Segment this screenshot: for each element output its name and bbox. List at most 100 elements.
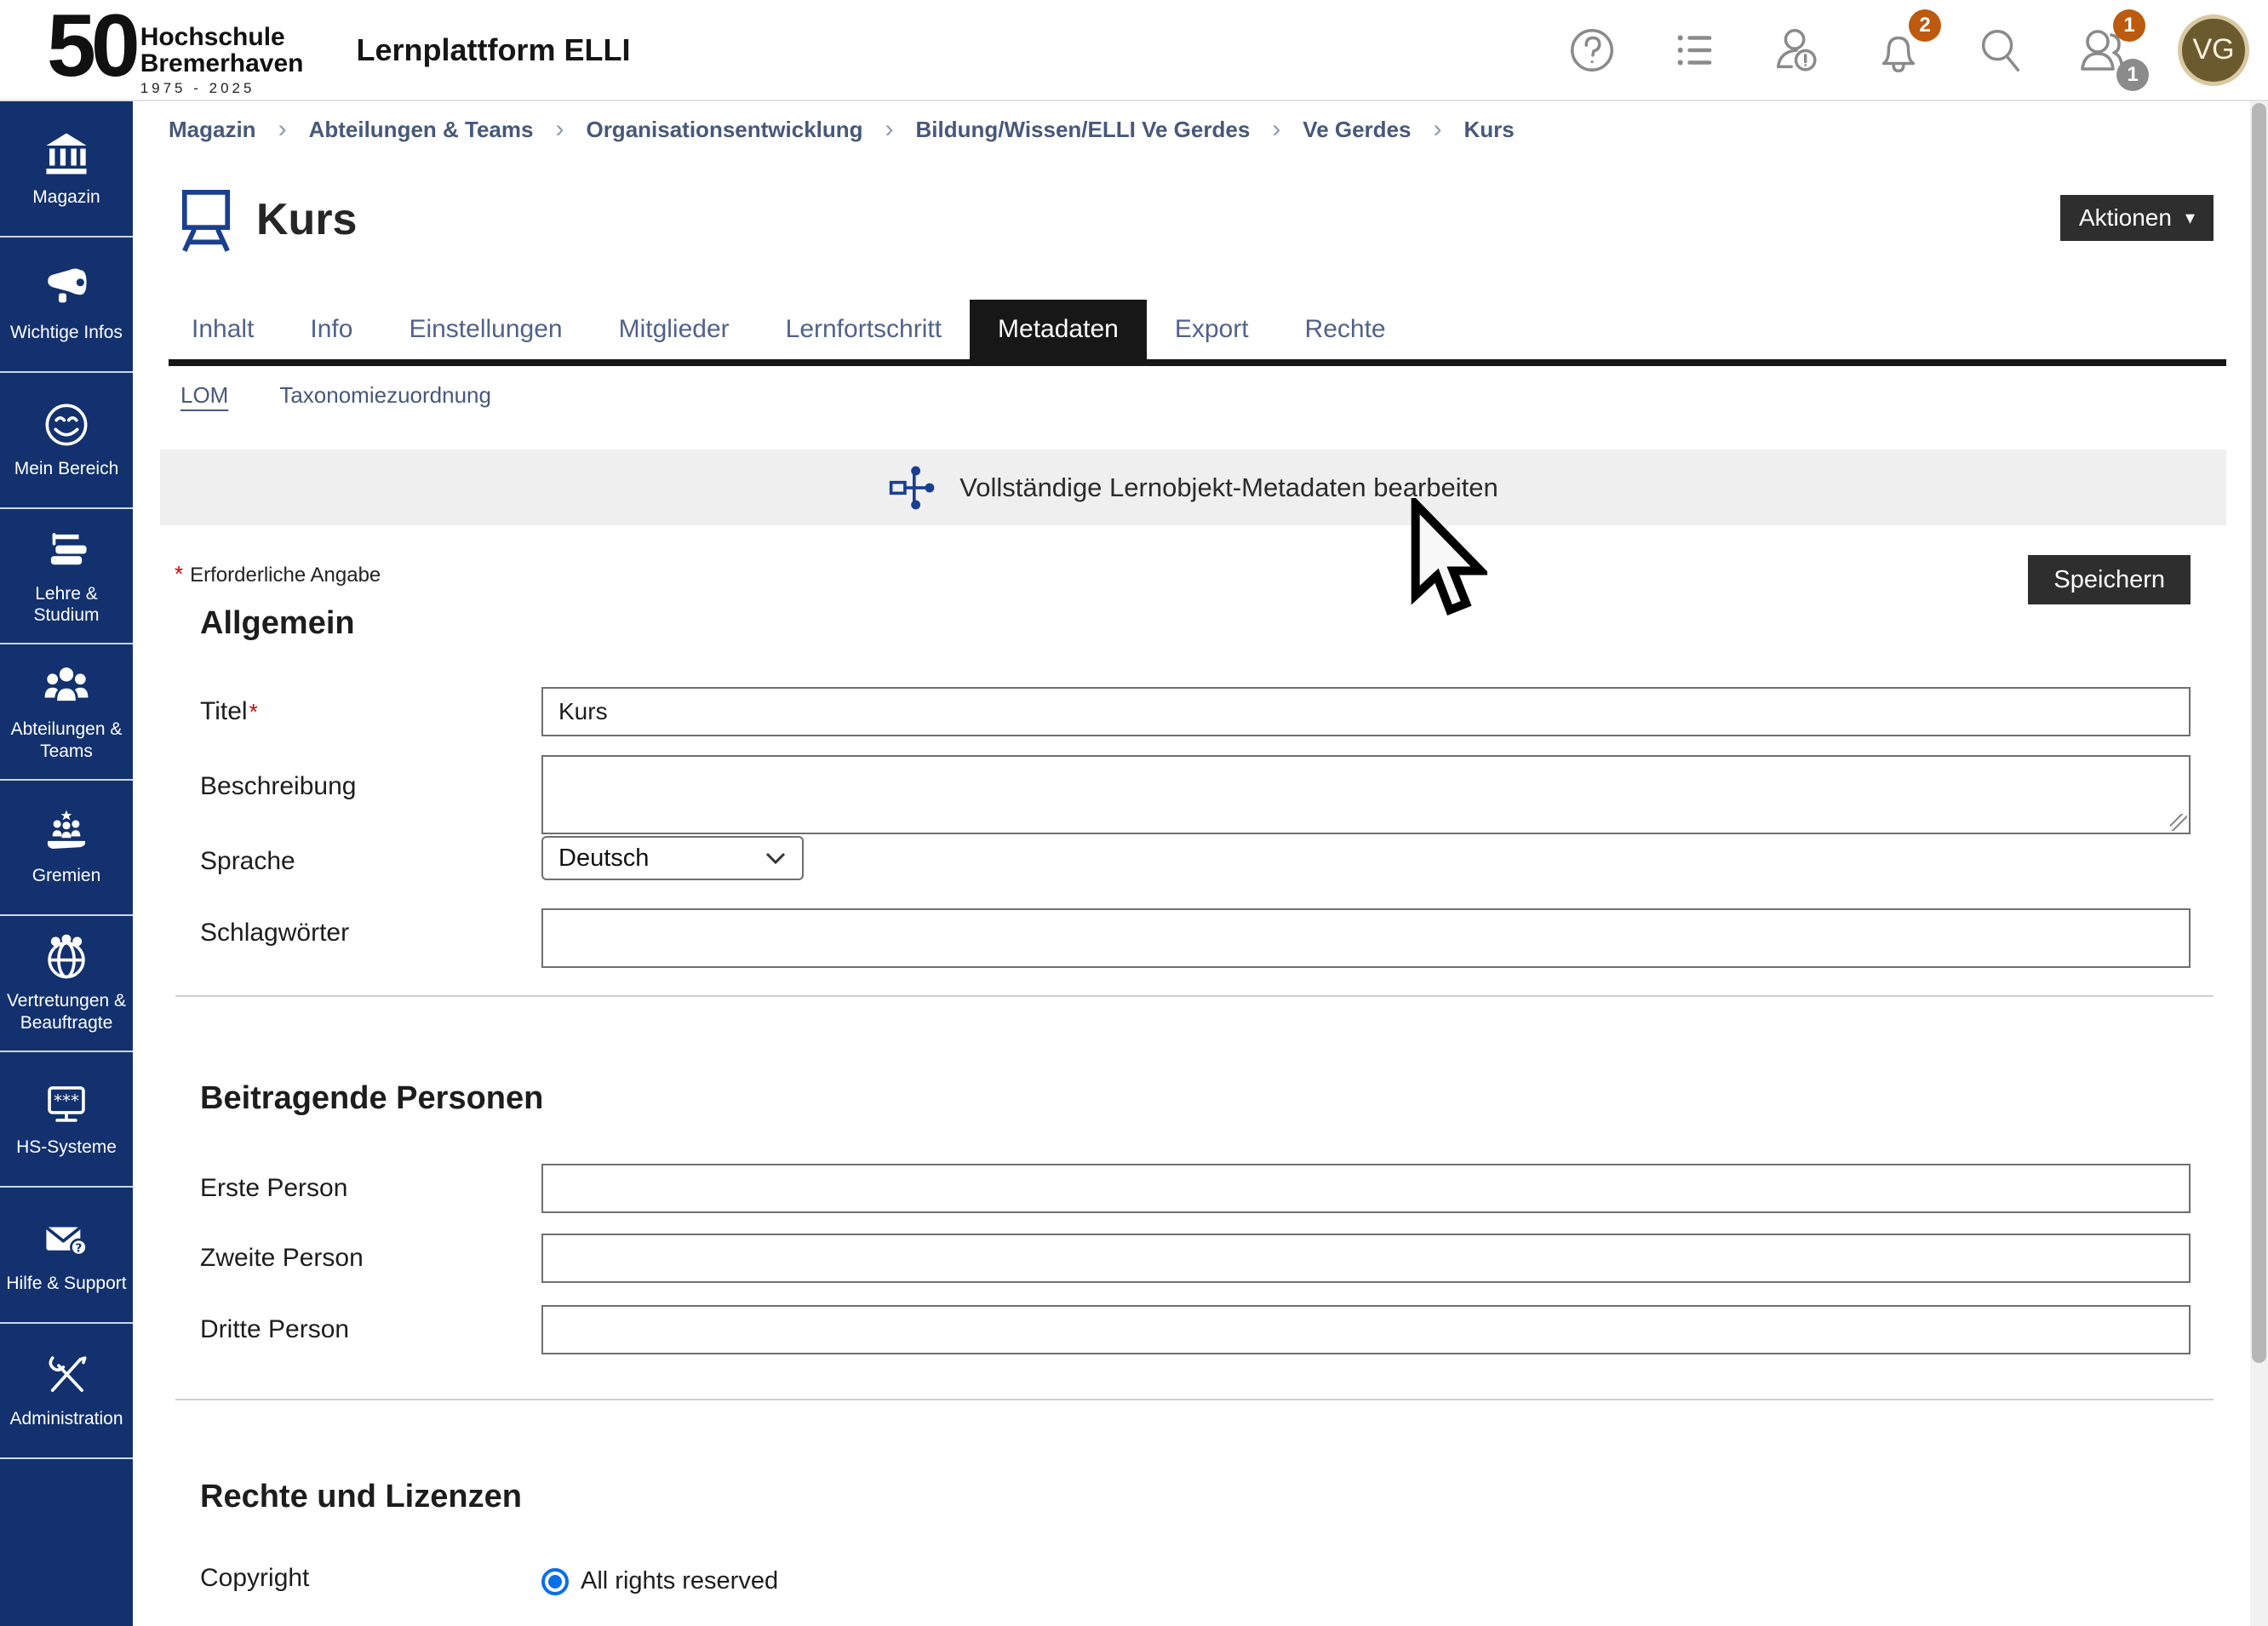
chevron-down-icon [765,851,787,865]
awareness-person-icon[interactable] [1769,23,1824,77]
copyright-radio-label: All rights reserved [581,1567,778,1595]
megaphone-icon [42,264,91,313]
sidebar-item-hs-systeme[interactable]: *** HS-Systeme [0,1052,133,1188]
logo-line2: Bremerhaven [140,51,304,77]
books-icon [42,525,91,575]
tab-metadaten[interactable]: Metadaten [970,300,1147,359]
breadcrumb-kurs[interactable]: Kurs [1463,117,1514,143]
sidebar-item-administration[interactable]: Administration [0,1324,133,1460]
metadata-tree-icon [888,463,937,512]
dritte-person-input[interactable] [541,1305,2191,1354]
notifications-bell-icon[interactable]: 2 [1871,23,1926,77]
sidebar-item-wichtige-infos[interactable]: Wichtige Infos [0,238,133,374]
tools-icon [42,1350,91,1400]
header-icon-bar: 2 1 1 VG [1565,14,2268,86]
breadcrumb-abteilungen-teams[interactable]: Abteilungen & Teams [309,117,534,143]
main-sidebar: Magazin Wichtige Infos Mein Bereich Lehr… [0,101,133,1626]
section-divider [175,1399,2214,1400]
app-title: Lernplattform ELLI [356,32,630,68]
breadcrumb-separator-icon: › [278,115,287,144]
tab-underline [169,359,2226,366]
subtab-taxonomiezuordnung[interactable]: Taxonomiezuordnung [279,382,491,409]
sidebar-item-hilfe-support[interactable]: ? Hilfe & Support [0,1188,133,1324]
page-title: Kurs [256,194,357,245]
logo-line1: Hochschule [140,25,304,51]
tab-lernfortschritt[interactable]: Lernfortschritt [758,300,970,359]
section-divider [175,995,2214,997]
zweite-person-input[interactable] [541,1234,2191,1283]
breadcrumb-separator-icon: › [1433,115,1441,144]
breadcrumb-bildung-wissen[interactable]: Bildung/Wissen/ELLI Ve Gerdes [916,117,1251,143]
contacts-icon[interactable]: 1 1 [2076,23,2130,77]
titel-required-asterisk: * [249,699,258,724]
copyright-radio[interactable] [541,1568,569,1595]
banner-label: Vollständige Lernobjekt-Metadaten bearbe… [959,472,1498,503]
search-icon[interactable] [1973,23,2028,77]
sidebar-item-gremien[interactable]: Gremien [0,781,133,917]
committee-icon [42,807,91,856]
tab-rechte[interactable]: Rechte [1277,300,1414,359]
tab-bar: Inhalt Info Einstellungen Mitglieder Ler… [163,300,2226,359]
breadcrumb-separator-icon: › [555,115,564,144]
tab-einstellungen[interactable]: Einstellungen [381,300,590,359]
section-heading-rechte: Rechte und Lizenzen [200,1479,522,1515]
zweite-person-label: Zweite Person [200,1244,364,1273]
tab-mitglieder[interactable]: Mitglieder [591,300,758,359]
erste-person-label: Erste Person [200,1174,347,1203]
tab-export[interactable]: Export [1147,300,1277,359]
sidebar-item-vertretungen[interactable]: Vertretungen & Beauftragte [0,916,133,1052]
people-group-icon [42,661,91,710]
beschreibung-label: Beschreibung [200,772,356,801]
subtab-lom[interactable]: LOM [180,382,228,409]
help-icon[interactable] [1565,23,1619,77]
sprache-label: Sprache [200,847,295,876]
sidebar-item-magazin[interactable]: Magazin [0,101,133,238]
tab-info[interactable]: Info [282,300,381,359]
sidebar-item-mein-bereich[interactable]: Mein Bereich [0,373,133,509]
globe-people-icon [42,932,91,982]
bank-icon [42,129,91,178]
caret-down-icon: ▾ [2185,207,2195,229]
user-avatar[interactable]: VG [2178,14,2249,86]
sidebar-item-abteilungen-teams[interactable]: Abteilungen & Teams [0,644,133,781]
todo-list-icon[interactable] [1667,23,1721,77]
breadcrumb-magazin[interactable]: Magazin [169,117,256,143]
contacts-new-badge: 1 [2113,9,2145,42]
breadcrumb: Magazin › Abteilungen & Teams › Organisa… [169,115,1515,144]
section-heading-allgemein: Allgemein [200,605,355,642]
schlagwoerter-label: Schlagwörter [200,919,349,948]
breadcrumb-separator-icon: › [1272,115,1280,144]
required-asterisk: * [175,561,183,587]
copyright-label: Copyright [200,1564,309,1593]
titel-input[interactable] [541,687,2191,736]
tab-inhalt[interactable]: Inhalt [163,300,282,359]
contacts-total-badge: 1 [2116,59,2149,91]
section-heading-beitragende: Beitragende Personen [200,1080,543,1117]
notifications-badge: 2 [1909,9,1941,42]
schlagwoerter-input[interactable] [541,908,2191,968]
copyright-radio-row: All rights reserved [541,1567,778,1595]
top-header: 50 Hochschule Bremerhaven 1975 - 2025 Le… [0,0,2268,101]
svg-text:***: *** [54,1091,79,1111]
sidebar-item-lehre-studium[interactable]: Lehre & Studium [0,509,133,645]
app-window: 50 Hochschule Bremerhaven 1975 - 2025 Le… [0,0,2268,1626]
sprache-select[interactable]: Deutsch [541,836,804,880]
save-button[interactable]: Speichern [2028,555,2191,604]
monitor-password-icon: *** [42,1079,91,1128]
edit-full-metadata-banner[interactable]: Vollständige Lernobjekt-Metadaten bearbe… [160,449,2226,525]
page-title-row: Kurs [175,186,357,253]
titel-label: Titel* [200,697,265,726]
hochschule-bremerhaven-logo[interactable]: 50 Hochschule Bremerhaven 1975 - 2025 [47,3,303,98]
beschreibung-textarea[interactable] [541,755,2191,834]
svg-text:?: ? [76,1241,83,1255]
actions-button[interactable]: Aktionen ▾ [2060,195,2214,241]
breadcrumb-ve-gerdes[interactable]: Ve Gerdes [1303,117,1411,143]
breadcrumb-organisationsentwicklung[interactable]: Organisationsentwicklung [586,117,862,143]
scrollbar-track[interactable] [2250,101,2268,1626]
logo-50: 50 [47,8,135,86]
main-content: Magazin › Abteilungen & Teams › Organisa… [133,101,2268,1626]
erste-person-input[interactable] [541,1164,2191,1213]
subtab-bar: LOM Taxonomiezuordnung [180,382,491,409]
scrollbar-thumb[interactable] [2252,103,2266,1363]
dritte-person-label: Dritte Person [200,1315,349,1344]
